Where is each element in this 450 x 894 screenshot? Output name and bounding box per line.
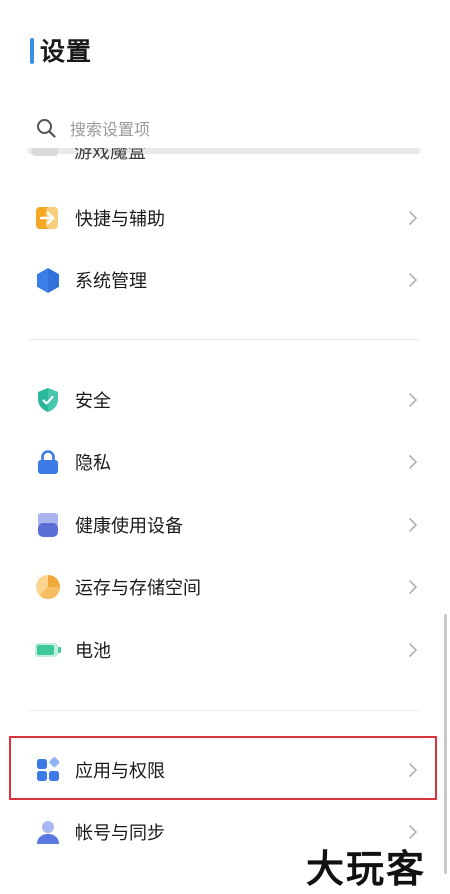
settings-page: 设置 游戏魔盒 快捷与辅助 系统管理 (0, 0, 450, 894)
list-item-label: 游戏魔盒 (74, 148, 146, 163)
settings-item-battery[interactable]: 电池 (28, 622, 420, 678)
chevron-right-icon (409, 211, 417, 225)
settings-item-label: 系统管理 (75, 271, 147, 292)
settings-item-label: 电池 (75, 641, 111, 662)
scrollbar[interactable] (444, 614, 447, 874)
user-icon (37, 821, 59, 844)
settings-item-privacy[interactable]: 隐私 (28, 434, 420, 490)
group-divider (28, 339, 420, 340)
settings-item-label: 帐号与同步 (75, 823, 165, 844)
settings-item-system[interactable]: 系统管理 (28, 252, 420, 308)
settings-item-label: 隐私 (75, 453, 111, 474)
search-bar[interactable] (28, 108, 420, 148)
hexagon-icon (37, 268, 59, 293)
page-title: 设置 (40, 37, 93, 66)
settings-item-label: 运存与存储空间 (75, 578, 201, 599)
settings-item-label: 快捷与辅助 (75, 209, 165, 230)
scrolled-list-item[interactable]: 游戏魔盒 (28, 148, 420, 172)
person-card-icon (38, 513, 58, 537)
game-box-icon (32, 148, 58, 156)
lock-icon (38, 450, 58, 474)
search-input[interactable] (68, 114, 412, 144)
arrow-right-box-icon (36, 207, 58, 229)
settings-item-shortcuts[interactable]: 快捷与辅助 (28, 190, 420, 246)
battery-icon (35, 643, 61, 657)
watermark: 大玩客 (306, 847, 427, 891)
settings-item-wellbeing[interactable]: 健康使用设备 (28, 497, 420, 553)
shield-icon (38, 388, 58, 412)
settings-item-label: 安全 (75, 391, 111, 412)
title-accent-bar (30, 38, 34, 64)
chevron-right-icon (409, 643, 417, 657)
search-icon (37, 119, 56, 138)
chevron-right-icon (409, 273, 417, 287)
pie-chart-icon (36, 575, 61, 600)
chevron-right-icon (409, 455, 417, 469)
chevron-right-icon (409, 393, 417, 407)
highlight-box (9, 736, 437, 800)
settings-item-security[interactable]: 安全 (28, 372, 420, 428)
chevron-right-icon (409, 518, 417, 532)
settings-item-label: 健康使用设备 (75, 516, 183, 537)
group-divider (28, 710, 420, 711)
settings-item-storage[interactable]: 运存与存储空间 (28, 559, 420, 615)
chevron-right-icon (409, 580, 417, 594)
